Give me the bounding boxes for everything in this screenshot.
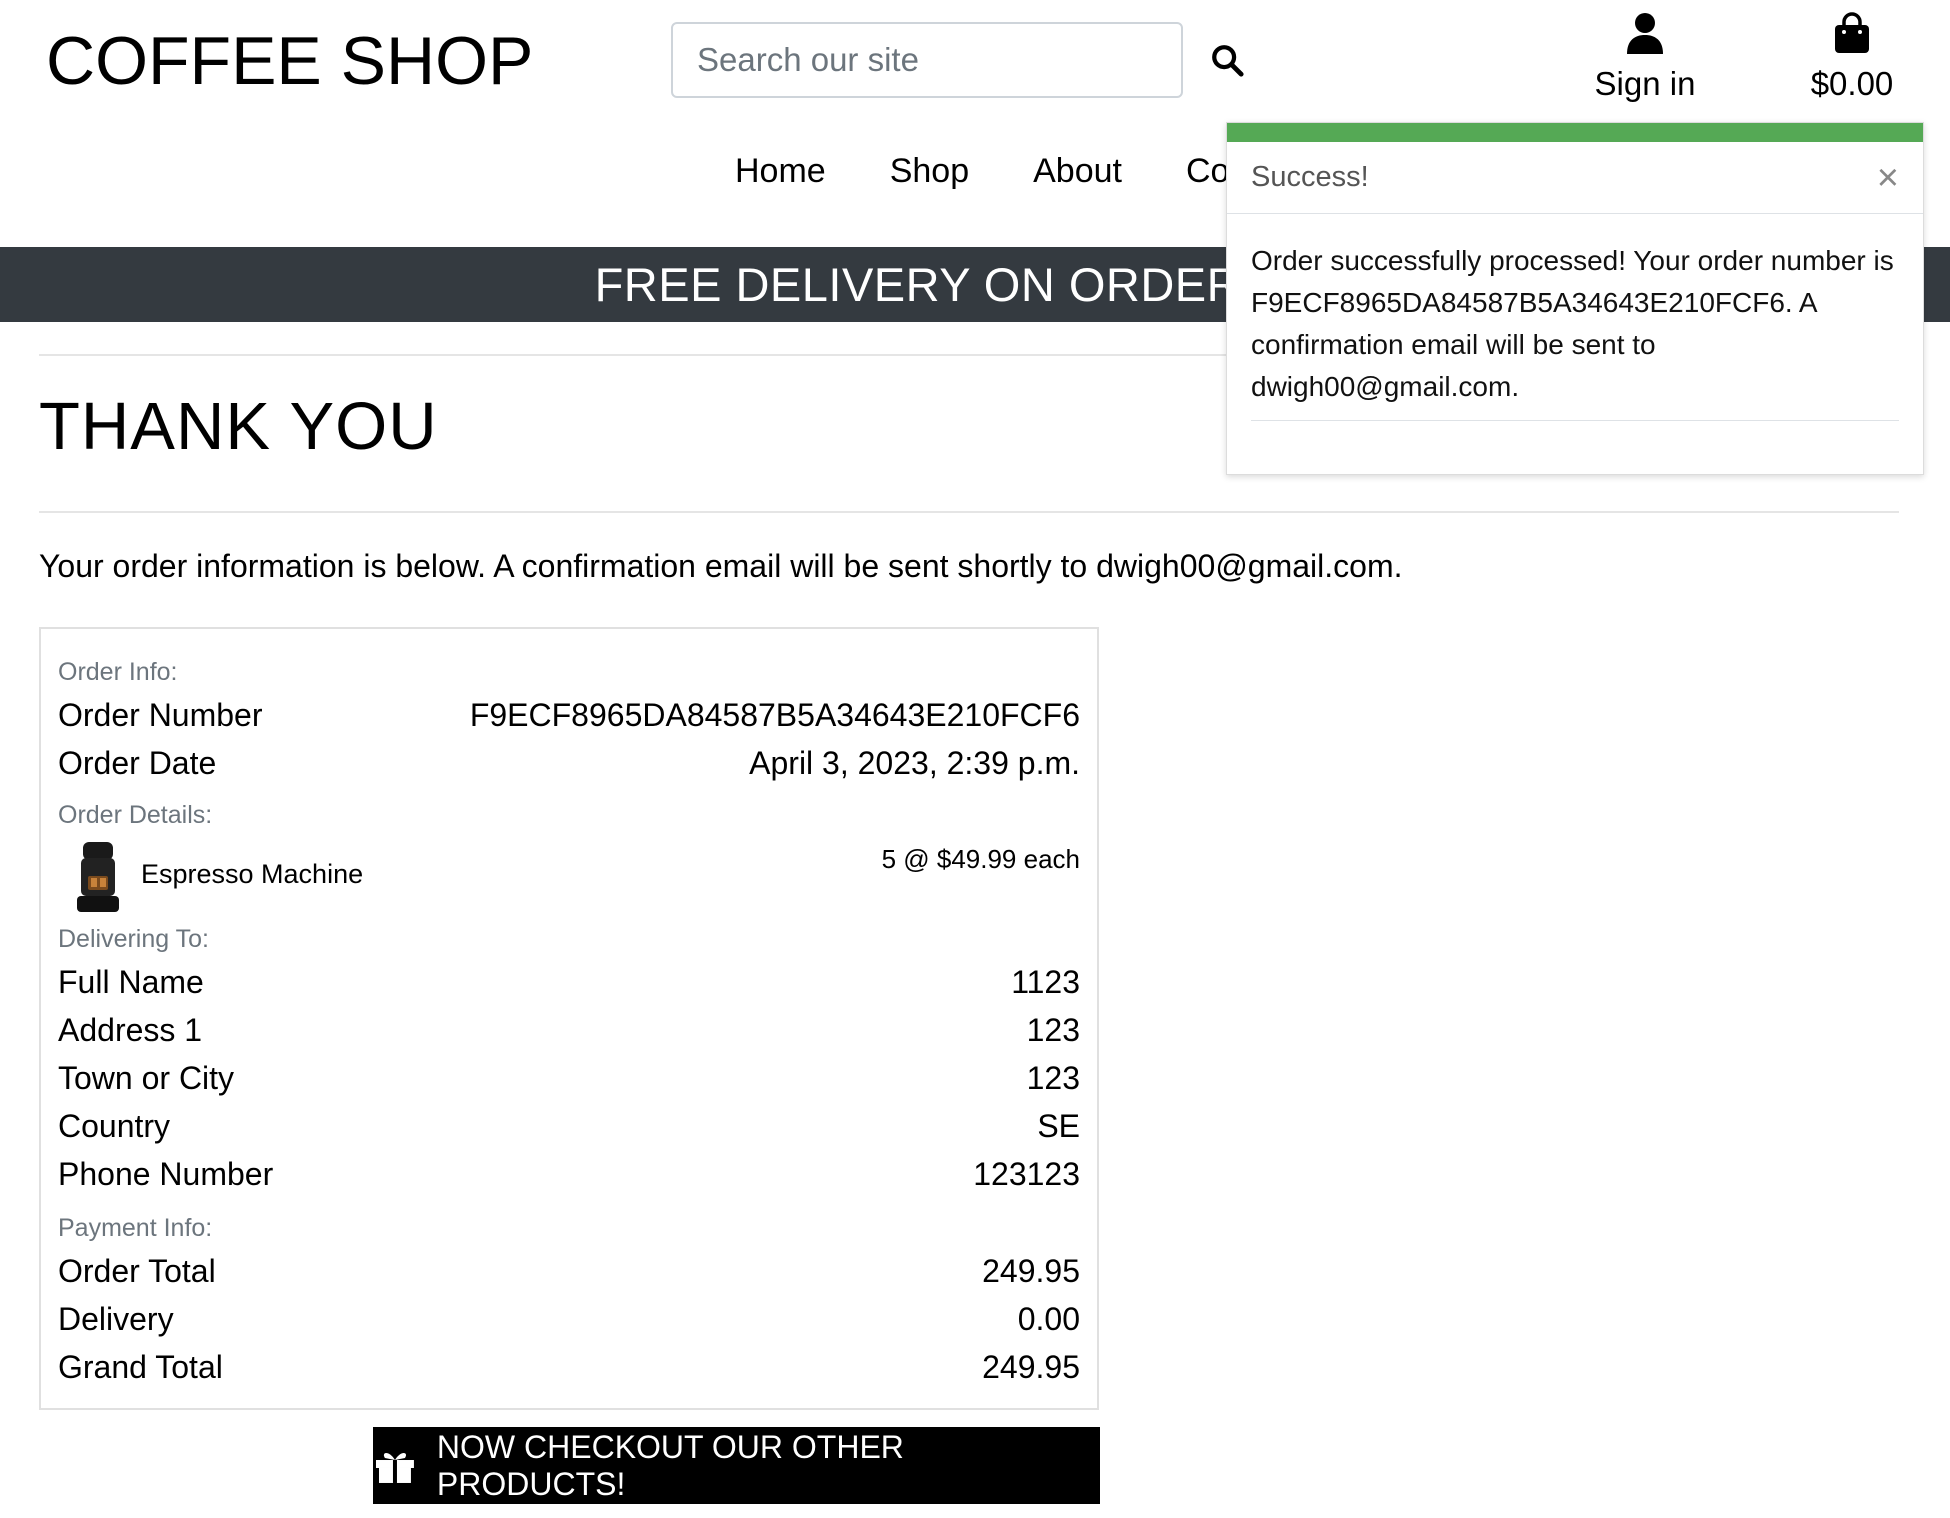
close-icon[interactable]: × xyxy=(1877,159,1899,197)
account-label: Sign in xyxy=(1594,65,1696,102)
main-nav: Home Shop About Con xyxy=(735,152,1248,191)
toast-message: Order successfully processed! Your order… xyxy=(1251,245,1894,402)
search-button[interactable] xyxy=(1205,38,1249,82)
shopping-bag-link[interactable]: $0.00 xyxy=(1800,12,1904,103)
success-toast: Success! × Order successfully processed!… xyxy=(1226,122,1924,475)
divider-bottom xyxy=(39,511,1899,513)
order-total-row: Order Total 249.95 xyxy=(58,1253,1080,1290)
grand-total-row: Grand Total 249.95 xyxy=(58,1349,1080,1386)
nav-home[interactable]: Home xyxy=(735,152,826,191)
grand-total-label: Grand Total xyxy=(58,1349,223,1385)
order-date-label: Order Date xyxy=(58,745,217,781)
order-info-heading: Order Info: xyxy=(58,658,178,686)
nav-shop[interactable]: Shop xyxy=(890,152,969,191)
order-total-label: Order Total xyxy=(58,1253,216,1289)
user-icon xyxy=(1627,13,1663,54)
delivering-heading: Delivering To: xyxy=(58,925,210,953)
country-label: Country xyxy=(58,1108,171,1144)
search-input[interactable] xyxy=(671,22,1183,98)
full-name-label: Full Name xyxy=(58,964,204,1000)
delivery-label: Delivery xyxy=(58,1301,174,1337)
site-logo[interactable]: COFFEE SHOP xyxy=(46,22,533,100)
checkout-other-products-button[interactable]: NOW CHECKOUT OUR OTHER PRODUCTS! xyxy=(373,1427,1100,1504)
order-summary-card: Order Info: Order Number F9ECF8965DA8458… xyxy=(39,627,1099,1410)
shopping-bag-icon xyxy=(1835,12,1869,53)
grand-total-value: 249.95 xyxy=(982,1349,1080,1385)
nav-about[interactable]: About xyxy=(1033,152,1122,191)
espresso-machine-image xyxy=(77,842,119,912)
cta-label: NOW CHECKOUT OUR OTHER PRODUCTS! xyxy=(436,1428,904,1502)
page-title: THANK YOU xyxy=(39,389,438,464)
intro-text: Your order information is below. A confi… xyxy=(39,548,1403,584)
phone-row: Phone Number 123123 xyxy=(58,1156,1080,1193)
phone-label: Phone Number xyxy=(58,1156,274,1192)
toast-divider xyxy=(1251,420,1899,421)
order-number-row: Order Number F9ECF8965DA84587B5A34643E21… xyxy=(58,697,1080,734)
payment-heading: Payment Info: xyxy=(58,1214,213,1242)
town-label: Town or City xyxy=(58,1060,235,1096)
order-number-value: F9ECF8965DA84587B5A34643E210FCF6 xyxy=(469,697,1080,733)
item-name: Espresso Machine xyxy=(141,859,364,889)
account-link[interactable]: Sign in xyxy=(1580,12,1710,103)
delivery-value: 0.00 xyxy=(1017,1301,1080,1337)
address1-row: Address 1 123 xyxy=(58,1012,1080,1049)
town-value: 123 xyxy=(1026,1060,1080,1096)
gift-icon xyxy=(375,1452,414,1483)
order-date-row: Order Date April 3, 2023, 2:39 p.m. xyxy=(58,745,1080,782)
order-date-value: April 3, 2023, 2:39 p.m. xyxy=(749,745,1080,781)
country-row: Country SE xyxy=(58,1108,1080,1145)
full-name-value: 1123 xyxy=(1011,964,1080,1000)
country-value: SE xyxy=(1037,1108,1080,1144)
address1-value: 123 xyxy=(1026,1012,1080,1048)
town-row: Town or City 123 xyxy=(58,1060,1080,1097)
item-quantity: 5 @ $49.99 each xyxy=(881,844,1080,874)
delivery-row: Delivery 0.00 xyxy=(58,1301,1080,1338)
search-icon xyxy=(1212,45,1244,77)
order-total-value: 249.95 xyxy=(982,1253,1080,1289)
toast-header: Success! × xyxy=(1227,142,1923,214)
full-name-row: Full Name 1123 xyxy=(58,964,1080,1001)
phone-value: 123123 xyxy=(973,1156,1080,1192)
order-number-label: Order Number xyxy=(58,697,263,733)
bag-total: $0.00 xyxy=(1810,65,1894,102)
toast-accent-bar xyxy=(1227,123,1923,142)
order-details-heading: Order Details: xyxy=(58,801,213,829)
address1-label: Address 1 xyxy=(58,1012,203,1048)
toast-title: Success! xyxy=(1251,161,1369,193)
